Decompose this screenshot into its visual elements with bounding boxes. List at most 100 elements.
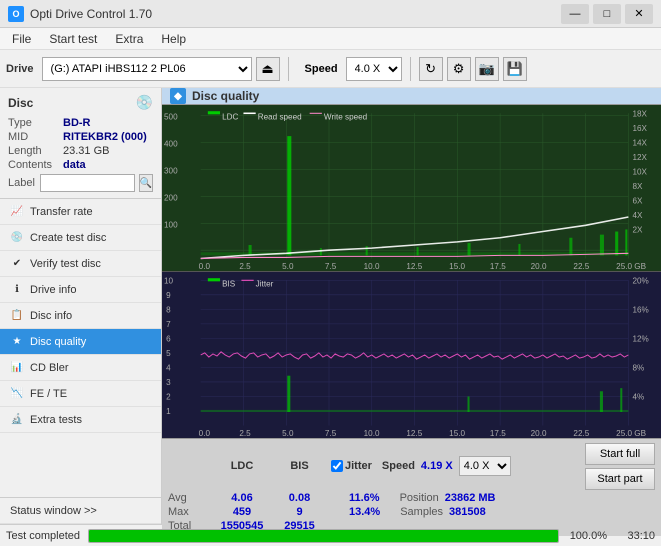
svg-text:Write speed: Write speed (324, 112, 368, 121)
disc-contents-row: Contents data (8, 159, 153, 171)
stats-header: LDC BIS Jitter Speed 4.19 X 4.0 X Start … (168, 443, 655, 490)
stats-speed-dropdown[interactable]: 4.0 X (459, 456, 511, 476)
charts-area: LDC Read speed Write speed 500 400 300 2… (162, 105, 661, 438)
menu-file[interactable]: File (4, 30, 39, 48)
settings-button[interactable]: ⚙ (447, 57, 471, 81)
save-button[interactable]: 💾 (503, 57, 527, 81)
disc-quality-title: Disc quality (192, 89, 259, 103)
nav-fe-te-label: FE / TE (30, 388, 67, 400)
svg-text:2: 2 (166, 392, 171, 401)
close-button[interactable]: ✕ (625, 4, 653, 24)
export-button[interactable]: 📷 (475, 57, 499, 81)
bottom-chart: BIS Jitter 10 9 8 7 6 5 4 3 2 1 20% (162, 272, 661, 438)
svg-text:25.0 GB: 25.0 GB (616, 429, 646, 438)
svg-text:14X: 14X (632, 138, 647, 147)
disc-section: Disc 💿 Type BD-R MID RITEKBR2 (000) Leng… (0, 88, 161, 199)
svg-text:8%: 8% (632, 363, 644, 372)
nav-disc-quality[interactable]: ★ Disc quality (0, 329, 161, 355)
menu-start-test[interactable]: Start test (41, 30, 105, 48)
svg-text:400: 400 (164, 139, 178, 148)
svg-text:100: 100 (164, 220, 178, 229)
svg-text:17.5: 17.5 (490, 429, 506, 438)
disc-quality-icon: ★ (10, 335, 24, 349)
nav-extra-tests[interactable]: 🔬 Extra tests (0, 407, 161, 433)
nav-transfer-rate-label: Transfer rate (30, 206, 93, 218)
status-window-label: Status window >> (10, 505, 97, 517)
disc-eject-icon[interactable]: 💿 (136, 94, 153, 111)
nav-extra-tests-label: Extra tests (30, 414, 82, 426)
nav-transfer-rate[interactable]: 📈 Transfer rate (0, 199, 161, 225)
stats-samples-value: 381508 (449, 506, 486, 518)
refresh-button[interactable]: ↻ (419, 57, 443, 81)
title-bar: O Opti Drive Control 1.70 — □ ✕ (0, 0, 661, 28)
disc-section-title: Disc (8, 96, 33, 110)
nav-drive-info[interactable]: ℹ Drive info (0, 277, 161, 303)
svg-text:16X: 16X (632, 124, 647, 133)
drive-select[interactable]: (G:) ATAPI iHBS112 2 PL06 (42, 57, 252, 81)
disc-mid-row: MID RITEKBR2 (000) (8, 131, 153, 143)
nav-disc-info-label: Disc info (30, 310, 72, 322)
drive-info-icon: ℹ (10, 283, 24, 297)
nav-create-test-disc-label: Create test disc (30, 232, 106, 244)
disc-contents-value: data (63, 159, 86, 171)
app-icon: O (8, 6, 24, 22)
svg-text:25.0 GB: 25.0 GB (616, 262, 646, 271)
extra-tests-icon: 🔬 (10, 413, 24, 427)
svg-text:5.0: 5.0 (282, 429, 294, 438)
main-area: Disc 💿 Type BD-R MID RITEKBR2 (000) Leng… (0, 88, 661, 524)
stats-position-value: 23862 MB (445, 492, 496, 504)
start-full-button[interactable]: Start full (585, 443, 655, 465)
nav-cd-bler[interactable]: 📊 CD Bler (0, 355, 161, 381)
start-part-button[interactable]: Start part (585, 468, 655, 490)
maximize-button[interactable]: □ (593, 4, 621, 24)
svg-text:4: 4 (166, 363, 171, 372)
window-controls: — □ ✕ (561, 4, 653, 24)
disc-label-input[interactable] (40, 174, 135, 192)
svg-text:2.5: 2.5 (239, 262, 251, 271)
svg-text:Jitter: Jitter (256, 279, 274, 288)
svg-text:12.5: 12.5 (406, 429, 422, 438)
svg-text:16%: 16% (632, 305, 649, 314)
jitter-checkbox[interactable] (331, 460, 343, 472)
svg-text:4X: 4X (632, 211, 642, 220)
stats-max-ldc: 459 (212, 506, 272, 518)
nav-drive-info-label: Drive info (30, 284, 76, 296)
svg-text:300: 300 (164, 166, 178, 175)
menu-help[interactable]: Help (153, 30, 194, 48)
disc-type-label: Type (8, 117, 63, 129)
stats-avg-bis: 0.08 (272, 492, 327, 504)
app-title: Opti Drive Control 1.70 (30, 7, 152, 21)
speed-select[interactable]: 4.0 X (346, 57, 402, 81)
stats-max-label: Max (168, 506, 212, 518)
svg-text:6X: 6X (632, 196, 642, 205)
svg-text:LDC: LDC (222, 112, 238, 121)
sidebar: Disc 💿 Type BD-R MID RITEKBR2 (000) Leng… (0, 88, 162, 524)
disc-quality-header-icon: ◆ (170, 88, 186, 104)
disc-header: Disc 💿 (8, 94, 153, 111)
status-time: 33:10 (615, 530, 655, 542)
nav-fe-te[interactable]: 📉 FE / TE (0, 381, 161, 407)
stats-speed-value: 4.19 X (421, 460, 453, 472)
svg-text:5.0: 5.0 (282, 262, 294, 271)
disc-label-button[interactable]: 🔍 (139, 174, 153, 192)
svg-text:7.5: 7.5 (325, 262, 337, 271)
svg-text:10.0: 10.0 (364, 262, 380, 271)
minimize-button[interactable]: — (561, 4, 589, 24)
menu-extra[interactable]: Extra (107, 30, 151, 48)
fe-te-icon: 📉 (10, 387, 24, 401)
disc-mid-value: RITEKBR2 (000) (63, 131, 147, 143)
svg-text:12%: 12% (632, 334, 649, 343)
nav-verify-test-disc[interactable]: ✔ Verify test disc (0, 251, 161, 277)
svg-text:Read speed: Read speed (258, 112, 302, 121)
nav-disc-info[interactable]: 📋 Disc info (0, 303, 161, 329)
bottom-chart-svg: BIS Jitter 10 9 8 7 6 5 4 3 2 1 20% (162, 272, 661, 438)
stats-samples-label: Samples (400, 506, 443, 518)
status-window-button[interactable]: Status window >> (0, 498, 161, 524)
svg-text:1: 1 (166, 407, 171, 416)
nav-create-test-disc[interactable]: 💿 Create test disc (0, 225, 161, 251)
verify-test-disc-icon: ✔ (10, 257, 24, 271)
svg-text:9: 9 (166, 291, 171, 300)
stats-avg-row: Avg 4.06 0.08 11.6% Position 23862 MB (168, 492, 655, 504)
progress-bar-fill (89, 530, 558, 542)
eject-button[interactable]: ⏏ (256, 57, 280, 81)
